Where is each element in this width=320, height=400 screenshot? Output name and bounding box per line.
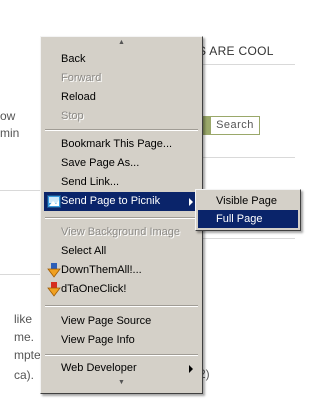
menu-item-bookmark-page[interactable]: Bookmark This Page...: [44, 135, 199, 154]
menu-item-view-background-image[interactable]: View Background Image: [44, 223, 199, 242]
scroll-down-arrow[interactable]: ▼: [41, 378, 202, 388]
menu-item-back[interactable]: Back: [44, 50, 199, 69]
menu-item-select-all[interactable]: Select All: [44, 242, 199, 261]
menu-item-forward[interactable]: Forward: [44, 69, 199, 88]
submenu-arrow-icon: [189, 198, 193, 206]
menu-item-send-link[interactable]: Send Link...: [44, 173, 199, 192]
downthemall-icon: [47, 263, 61, 278]
scroll-up-arrow[interactable]: ▲: [41, 38, 202, 48]
search-field-edge[interactable]: [203, 116, 210, 135]
page-text-fragment: like: [14, 312, 33, 326]
submenu-item-visible-page[interactable]: Visible Page: [198, 192, 298, 210]
picnik-submenu: Visible Page Full Page: [195, 189, 301, 231]
page-text-fragment: ow: [0, 109, 16, 123]
page-text-fragment: min: [0, 126, 20, 140]
page-divider: [200, 238, 295, 239]
menu-item-reload[interactable]: Reload: [44, 88, 199, 107]
page-text-fragment: me.: [14, 330, 35, 344]
menu-separator: [45, 305, 198, 307]
submenu-arrow-icon: [189, 365, 193, 373]
page-divider: [200, 64, 295, 65]
menu-item-send-to-picnik[interactable]: Send Page to Picnik: [44, 192, 199, 211]
page-divider: [0, 190, 40, 191]
context-menu: ▲ Back Forward Reload Stop Bookmark This…: [40, 36, 203, 394]
menu-separator: [45, 217, 198, 219]
menu-item-view-page-info[interactable]: View Page Info: [44, 331, 199, 350]
menu-item-dtaoneclick[interactable]: dTaOneClick!: [44, 280, 199, 299]
page-heading-fragment: S ARE COOL: [198, 44, 274, 58]
menu-item-downthemall[interactable]: DownThemAll!...: [44, 261, 199, 280]
submenu-item-full-page[interactable]: Full Page: [198, 210, 298, 228]
page-divider: [200, 157, 295, 158]
menu-separator: [45, 129, 198, 131]
dtaoneclick-icon: [47, 282, 61, 297]
menu-item-view-page-source[interactable]: View Page Source: [44, 312, 199, 331]
search-button[interactable]: Search: [210, 116, 260, 135]
picnik-icon: [47, 194, 61, 209]
menu-item-stop[interactable]: Stop: [44, 107, 199, 126]
menu-item-save-page-as[interactable]: Save Page As...: [44, 154, 199, 173]
page-text-fragment: ca).: [14, 368, 35, 382]
menu-separator: [45, 354, 198, 356]
menu-item-web-developer[interactable]: Web Developer: [44, 359, 199, 378]
page-divider: [0, 274, 40, 275]
